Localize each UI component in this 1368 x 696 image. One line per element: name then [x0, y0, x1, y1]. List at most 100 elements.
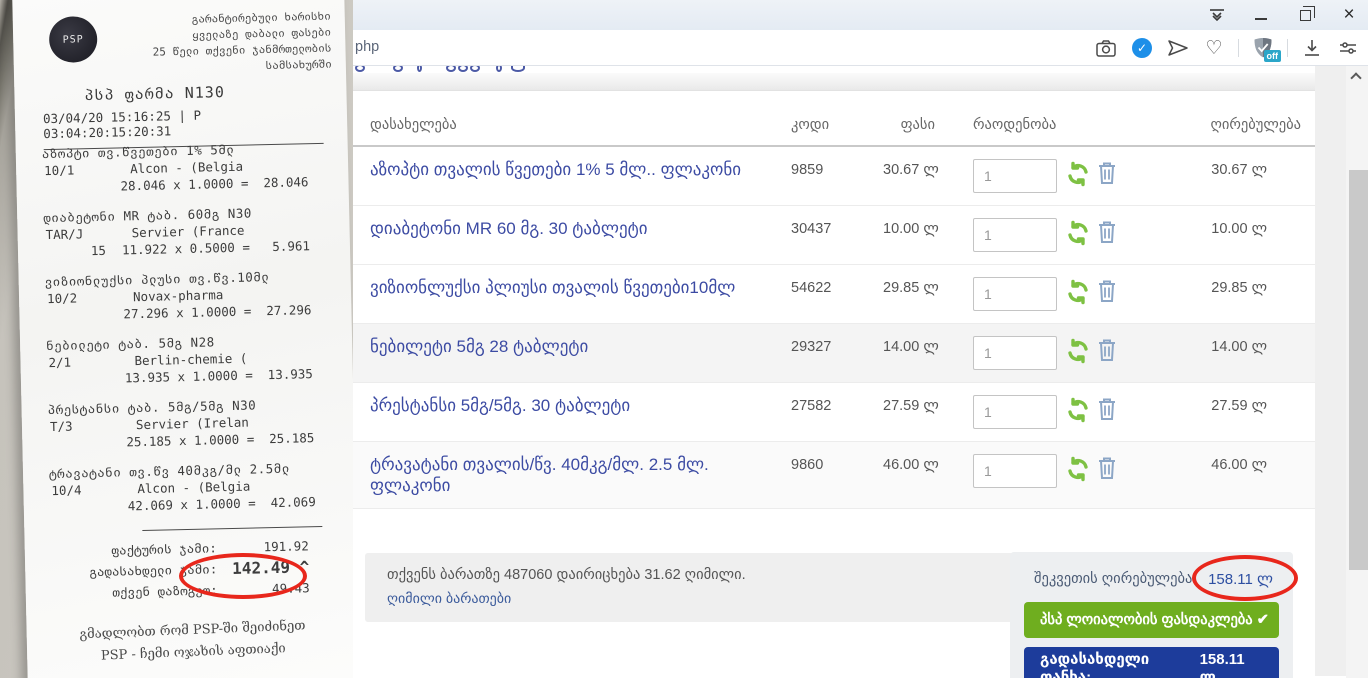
toolbar-divider	[1238, 39, 1239, 57]
browser-titlebar: ×	[353, 0, 1368, 30]
smile-points-text: თქვენს ბარათზე 487060 დაირიცხება 31.62 ღ…	[387, 567, 1038, 583]
header-code: კოდი	[791, 117, 883, 133]
restore-button[interactable]	[1296, 6, 1314, 24]
receipt-item-maker: Novax-pharma	[133, 286, 224, 305]
download-icon[interactable]	[1300, 36, 1324, 60]
receipt-item-calc: 28.046 x 1.0000 =	[120, 175, 248, 195]
product-link[interactable]: პრესტანსი 5მგ/5მგ. 30 ტაბლეტი	[370, 395, 630, 416]
psp-loyalty-discount-button[interactable]: პსპ ლოიალობის ფასდაკლება ✔	[1024, 602, 1279, 638]
header-quantity: რაოდენობა	[973, 117, 1113, 133]
receipt-item: ნებილეტი ტაბ. 5მგ N28 2/1Berlin-chemie (…	[20, 330, 353, 389]
receipt-item-qty	[86, 498, 112, 516]
quantity-input[interactable]	[973, 218, 1057, 252]
quantity-input[interactable]	[973, 336, 1057, 370]
minimize-button[interactable]	[1252, 6, 1270, 24]
quantity-input[interactable]	[973, 454, 1057, 488]
quantity-input[interactable]	[973, 395, 1057, 429]
receipt-totals: ფაქტურის ჯამი:191.92 გადასახდელი ჯამი:14…	[25, 534, 353, 605]
bookmarks-heart-icon[interactable]: ♡	[1202, 36, 1226, 60]
quantity-input[interactable]	[973, 159, 1057, 193]
product-link[interactable]: ტრავატანი თვალის/წვ. 40მკგ/მლ. 2.5 მლ. ფ…	[370, 454, 790, 496]
receipt-item: დიაბეტონი MR ტაბ. 60მგ N30 TAR/JServier …	[17, 202, 350, 261]
receipt-item-total: 42.069	[270, 493, 316, 511]
line-total: 27.59 ლ	[1113, 395, 1315, 429]
receipt-item-ref: 10/1	[44, 161, 102, 179]
cart-row: პრესტანსი 5მგ/5მგ. 30 ტაბლეტი 27582 27.5…	[353, 383, 1315, 442]
receipt-item-calc: 13.935 x 1.0000 =	[125, 366, 253, 386]
receipt-divider	[142, 526, 322, 531]
refresh-quantity-icon[interactable]	[1065, 456, 1091, 487]
product-code: 29327	[791, 336, 883, 370]
payable-value: 158.11 ლ	[1200, 651, 1263, 679]
url-text[interactable]: php	[355, 39, 379, 55]
receipt-item-ref: 10/4	[51, 481, 109, 499]
product-price: 10.00 ლ	[883, 218, 935, 252]
receipt-item-qty	[81, 306, 107, 324]
receipt-item-calc: 25.185 x 1.0000 =	[126, 430, 254, 450]
receipt-total-value: 49.43	[217, 577, 309, 600]
refresh-quantity-icon[interactable]	[1065, 279, 1091, 310]
toolbar-divider	[1287, 39, 1288, 57]
scrollbar-thumb[interactable]	[1349, 170, 1368, 570]
receipt-item-ref: 2/1	[48, 353, 106, 371]
product-link[interactable]: ნებილეტი 5მგ 28 ტაბლეტი	[370, 336, 588, 357]
refresh-quantity-icon[interactable]	[1065, 161, 1091, 192]
receipt-total-label: თქვენ დაზოგეთ:	[112, 579, 218, 602]
line-total: 29.85 ლ	[1113, 277, 1315, 311]
receipt-paid-amount: 142.49 ^	[217, 556, 309, 579]
vertical-scrollbar[interactable]	[1346, 66, 1368, 678]
browser-window: × php ✓ ♡ off	[353, 0, 1368, 678]
screenshot-camera-icon[interactable]	[1094, 36, 1118, 60]
receipt-item-total: 27.296	[266, 301, 312, 319]
product-price: 30.67 ლ	[883, 159, 935, 193]
adguard-icon[interactable]: off	[1251, 36, 1275, 60]
product-code: 27582	[791, 395, 883, 429]
share-send-icon[interactable]	[1166, 36, 1190, 60]
receipt-item-calc: 42.069 x 1.0000 =	[128, 494, 256, 514]
quantity-input[interactable]	[973, 277, 1057, 311]
header-total: ღირებულება	[1113, 117, 1315, 133]
line-total: 10.00 ლ	[1113, 218, 1315, 252]
page-gutter	[1315, 66, 1346, 676]
order-total-label: შეკვეთის ღირებულება:	[1034, 571, 1196, 587]
product-link[interactable]: ვიზიონლუქსი პლიუსი თვალის წვეთები10მლ	[370, 277, 735, 298]
receipt-total-label: ფაქტურის ჯამი:	[111, 537, 217, 560]
product-price: 27.59 ლ	[883, 395, 935, 429]
cart-row: დიაბეტონი MR 60 მგ. 30 ტაბლეტი 30437 10.…	[353, 206, 1315, 265]
payable-amount-bar: გადასახდელი თანხა: 158.11 ლ	[1024, 647, 1279, 678]
cart-page: დასახელება კოდი ფასი რაოდენობა ღირებულებ…	[353, 66, 1368, 678]
screenshot-root: PSP გარანტირებული ხარისხი ყველაზე დაბალი…	[0, 0, 1368, 696]
order-summary-panel: შეკვეთის ღირებულება: 158.11 ლ პსპ ლოიალო…	[1010, 552, 1293, 678]
cart-table-header: დასახელება კოდი ფასი რაოდენობა ღირებულებ…	[353, 107, 1315, 147]
protect-shield-icon[interactable]: ✓	[1130, 36, 1154, 60]
product-code: 54622	[791, 277, 883, 311]
product-link[interactable]: დიაბეტონი MR 60 მგ. 30 ტაბლეტი	[370, 218, 648, 239]
receipt-item-total: 25.185	[269, 429, 315, 447]
line-total: 30.67 ლ	[1113, 159, 1315, 193]
receipt-item-calc: 27.296 x 1.0000 =	[123, 303, 251, 323]
receipt-paper: PSP გარანტირებული ხარისხი ყველაზე დაბალი…	[12, 0, 353, 678]
refresh-quantity-icon[interactable]	[1065, 338, 1091, 369]
settings-sliders-icon[interactable]	[1336, 36, 1360, 60]
browser-toolbar: php ✓ ♡ off	[353, 30, 1368, 66]
cart-row: ვიზიონლუქსი პლიუსი თვალის წვეთები10მლ 54…	[353, 265, 1315, 324]
smile-cards-link[interactable]: ღიმილი ბარათები	[387, 590, 511, 607]
close-button[interactable]: ×	[1340, 6, 1358, 24]
receipt-item-ref: TAR/J	[45, 225, 103, 243]
adguard-off-badge: off	[1264, 50, 1282, 62]
receipt-item-qty	[83, 370, 109, 388]
page-header-strip	[353, 73, 1315, 91]
product-link[interactable]: აზოპტი თვალის წვეთები 1% 5 მლ.. ფლაკონი	[370, 159, 741, 180]
receipt-item-calc: 11.922 x 0.5000 =	[122, 239, 250, 259]
collapse-toolbar-icon[interactable]	[1208, 6, 1226, 24]
receipt-store-name: პსპ ფარმა N130	[84, 83, 225, 104]
receipt-item-qty	[78, 178, 104, 196]
cart-row: ტრავატანი თვალის/წვ. 40მკგ/მლ. 2.5 მლ. ფ…	[353, 442, 1315, 509]
refresh-quantity-icon[interactable]	[1065, 397, 1091, 428]
receipt-item: ვიზიონლუქსი პლუსი თვ.წვ.10მლ 10/2Novax-p…	[18, 266, 351, 325]
receipt-item-ref: 10/2	[47, 289, 105, 307]
receipt-photo: PSP გარანტირებული ხარისხი ყველაზე დაბალი…	[0, 0, 353, 678]
receipt-item-total: 13.935	[268, 365, 314, 383]
scroll-up-icon[interactable]	[1350, 72, 1361, 83]
refresh-quantity-icon[interactable]	[1065, 220, 1091, 251]
